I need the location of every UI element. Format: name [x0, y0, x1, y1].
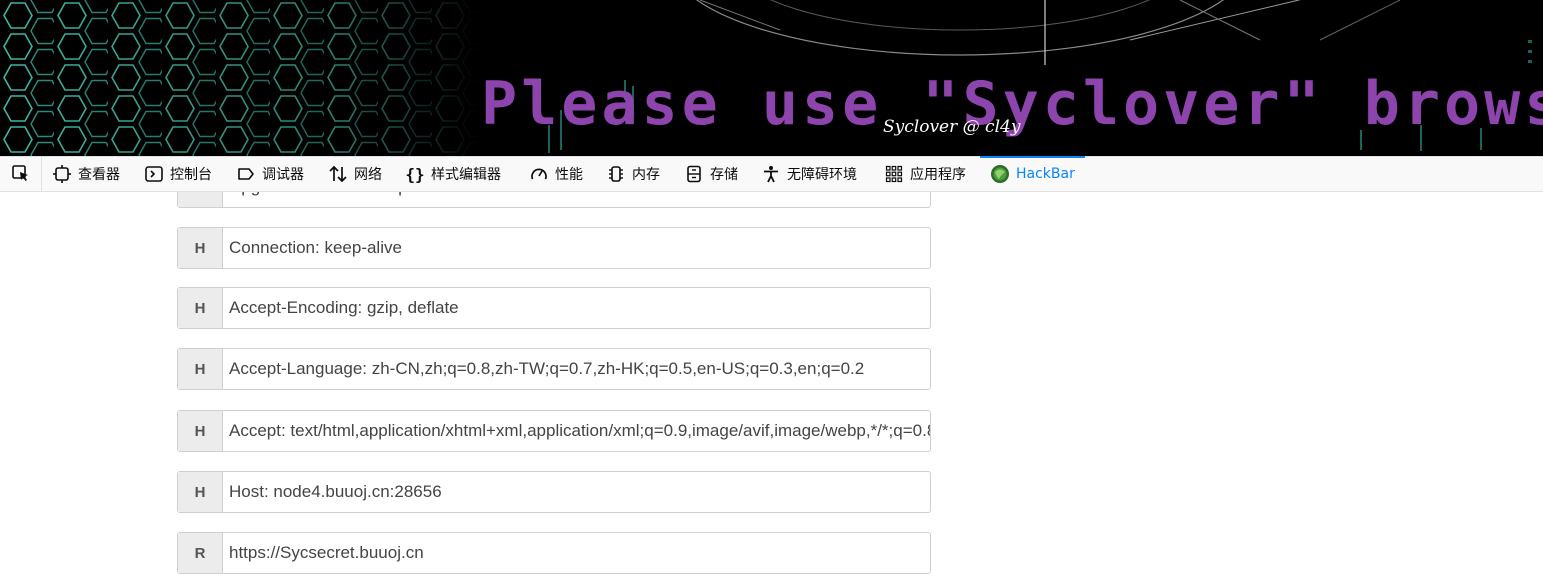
header-input[interactable]: Connection: keep-alive [223, 228, 930, 268]
header-row: H Accept: text/html,application/xhtml+xm… [177, 410, 931, 452]
header-badge[interactable]: H [178, 472, 223, 512]
page-banner: Please use "Syclover" browser Syclover @… [0, 0, 1543, 156]
tab-label: 查看器 [78, 167, 120, 183]
tab-console[interactable]: 控制台 [144, 157, 212, 191]
tab-label: 样式编辑器 [431, 167, 501, 183]
header-row: H Accept-Encoding: gzip, deflate [177, 287, 931, 329]
header-input[interactable]: Accept: text/html,application/xhtml+xml,… [223, 411, 930, 451]
devtools-toolbar: 查看器 控制台 调试器 网络 {} 样式编辑器 性能 内存 存储 无障碍环境 应… [0, 156, 1543, 192]
memory-icon [606, 164, 626, 184]
header-row: H Accept-Language: zh-CN,zh;q=0.8,zh-TW;… [177, 348, 931, 390]
header-badge[interactable]: H [178, 192, 223, 207]
tab-accessibility[interactable]: 无障碍环境 [761, 157, 857, 191]
tab-label: 存储 [710, 167, 738, 183]
header-badge[interactable]: H [178, 349, 223, 389]
header-input[interactable]: Accept-Encoding: gzip, deflate [223, 288, 930, 328]
tab-storage[interactable]: 存储 [684, 157, 738, 191]
header-row: H Host: node4.buuoj.cn:28656 [177, 471, 931, 513]
header-row: H Upgrade-Insecure-Requests: 1 [177, 192, 931, 208]
tab-network[interactable]: 网络 [328, 157, 382, 191]
tab-memory[interactable]: 内存 [606, 157, 660, 191]
tab-label: 无障碍环境 [787, 167, 857, 183]
storage-icon [684, 164, 704, 184]
application-icon [884, 164, 904, 184]
debugger-icon [236, 164, 256, 184]
hackbar-icon [990, 164, 1010, 184]
header-input[interactable]: Host: node4.buuoj.cn:28656 [223, 472, 930, 512]
performance-icon [529, 164, 549, 184]
console-icon [144, 164, 164, 184]
header-badge[interactable]: H [178, 411, 223, 451]
referer-input[interactable]: https://Sycsecret.buuoj.cn [223, 533, 930, 573]
tab-style-editor[interactable]: {} 样式编辑器 [405, 157, 501, 191]
accessibility-icon [761, 164, 781, 184]
network-icon [328, 164, 348, 184]
tab-performance[interactable]: 性能 [529, 157, 583, 191]
hackbar-panel: H Upgrade-Insecure-Requests: 1 H Connect… [0, 192, 1543, 585]
inspector-icon [52, 164, 72, 184]
tab-label: 网络 [354, 167, 382, 183]
tab-label: 性能 [555, 167, 583, 183]
tab-inspector[interactable]: 查看器 [52, 157, 120, 191]
tab-debugger[interactable]: 调试器 [236, 157, 304, 191]
tab-label: HackBar [1016, 166, 1075, 182]
banner-subtitle: Syclover @ cl4y [883, 117, 1021, 137]
referer-badge[interactable]: R [178, 533, 223, 573]
header-row: H Connection: keep-alive [177, 227, 931, 269]
header-input[interactable]: Accept-Language: zh-CN,zh;q=0.8,zh-TW;q=… [223, 349, 930, 389]
element-picker-button[interactable] [0, 157, 42, 191]
tab-hackbar[interactable]: HackBar [980, 156, 1085, 191]
tab-label: 应用程序 [910, 167, 966, 183]
referer-row: R https://Sycsecret.buuoj.cn [177, 532, 931, 574]
header-badge[interactable]: H [178, 228, 223, 268]
tab-label: 内存 [632, 167, 660, 183]
element-picker-icon [11, 165, 28, 181]
style-editor-icon: {} [405, 164, 425, 184]
tab-application[interactable]: 应用程序 [884, 157, 966, 191]
header-input[interactable]: Upgrade-Insecure-Requests: 1 [223, 192, 930, 207]
tab-label: 调试器 [262, 167, 304, 183]
tab-label: 控制台 [170, 167, 212, 183]
header-badge[interactable]: H [178, 288, 223, 328]
